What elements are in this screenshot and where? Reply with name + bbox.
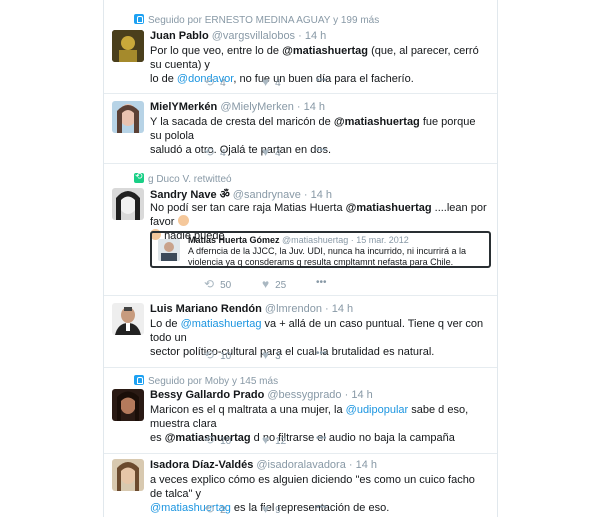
retweet-count: 4 xyxy=(220,148,226,159)
like-button[interactable]: ♥ 9 xyxy=(262,502,281,516)
handle[interactable]: @bessygprado xyxy=(267,389,341,401)
timestamp[interactable]: 14 h xyxy=(356,459,377,471)
retweet-icon: ⟲ xyxy=(204,502,215,516)
tweet-header: Sandry Nave ॐ @sandrynave · 14 h xyxy=(150,189,333,201)
avatar[interactable] xyxy=(112,303,144,335)
mention-link[interactable]: @matiashuertag xyxy=(181,318,262,330)
display-name[interactable]: Sandry Nave ॐ xyxy=(150,189,230,201)
display-name[interactable]: Juan Pablo xyxy=(150,30,209,42)
like-count: 12 xyxy=(275,436,287,447)
retweet-button[interactable]: ⟲ 2 xyxy=(204,502,226,516)
retweet-count: 2 xyxy=(220,505,226,516)
handle[interactable]: @vargsvillalobos xyxy=(212,30,295,42)
like-button[interactable]: ♥ 4 xyxy=(262,75,281,89)
follow-icon xyxy=(134,375,144,385)
retweet-icon: ⟲ xyxy=(204,348,215,362)
quoted-display-name: Matias Huerta Gómez xyxy=(188,235,280,245)
display-name[interactable]: Isadora Díaz-Valdés xyxy=(150,459,253,471)
display-name[interactable]: Bessy Gallardo Prado xyxy=(150,389,264,401)
like-button[interactable]: ♥ 25 xyxy=(262,277,286,291)
retweet-button[interactable]: ⟲ 4 xyxy=(204,75,226,89)
heart-icon: ♥ xyxy=(262,502,270,516)
follow-context: Seguido por ERNESTO MEDINA AGUAY y 199 m… xyxy=(134,14,379,26)
tweet[interactable]: Seguido por Moby y 145 más Bessy Gallard… xyxy=(104,368,497,454)
like-button[interactable]: ♥ 4 xyxy=(262,145,281,159)
like-count: 9 xyxy=(275,505,281,516)
quoted-avatar xyxy=(158,239,180,261)
quoted-tweet[interactable]: Matias Huerta Gómez @matiashuertag · 15 … xyxy=(150,231,491,268)
handle[interactable]: @sandrynave xyxy=(233,189,301,201)
timestamp[interactable]: 14 h xyxy=(332,303,353,315)
retweet-button[interactable]: ⟲ 10 xyxy=(204,433,231,447)
like-count: 4 xyxy=(275,148,281,159)
retweet-icon: ⟲ xyxy=(204,433,215,447)
quoted-handle: @matiashuertag xyxy=(282,235,349,245)
timeline: Seguido por ERNESTO MEDINA AGUAY y 199 m… xyxy=(103,0,498,517)
mention-link[interactable]: @matiashuertag xyxy=(346,202,432,214)
quoted-text: A dferncia de la JJCC, la Juv. UDI, nunc… xyxy=(188,246,466,267)
like-button[interactable]: ♥ 12 xyxy=(262,433,286,447)
retweet-count: 50 xyxy=(220,280,232,291)
retweet-button[interactable]: ⟲ 10 xyxy=(204,348,231,362)
heart-icon: ♥ xyxy=(262,75,270,89)
tweet[interactable]: Seguido por ERNESTO MEDINA AGUAY y 199 m… xyxy=(104,0,497,94)
pointing-hand-emoji-icon xyxy=(177,215,189,226)
retweet-icon: ⟲ xyxy=(204,277,215,291)
avatar[interactable] xyxy=(112,101,144,133)
retweet-icon: ⟲ xyxy=(204,75,215,89)
tweet-header: Isadora Díaz-Valdés @isadoralavadora · 1… xyxy=(150,459,378,471)
timestamp[interactable]: 14 h xyxy=(311,189,332,201)
mention-link[interactable]: @matiashuertag xyxy=(334,116,420,128)
retweet-context: g Duco V. retwitteó xyxy=(134,171,232,185)
avatar[interactable] xyxy=(112,459,144,491)
timestamp[interactable]: 14 h xyxy=(305,30,326,42)
handle[interactable]: @lmrendon xyxy=(265,303,322,315)
more-button[interactable]: ••• xyxy=(316,348,327,359)
like-button[interactable]: ♥ 3 xyxy=(262,348,281,362)
tweet[interactable]: Luis Mariano Rendón @lmrendon · 14 h Lo … xyxy=(104,296,497,368)
display-name[interactable]: MielYMerkén xyxy=(150,101,217,113)
tweet-header: Juan Pablo @vargsvillalobos · 14 h xyxy=(150,30,327,42)
more-button[interactable]: ••• xyxy=(316,433,327,444)
retweet-button[interactable]: ⟲ 50 xyxy=(204,277,231,291)
handle[interactable]: @MielyMerken xyxy=(220,101,294,113)
follow-context: Seguido por Moby y 145 más xyxy=(134,375,278,387)
like-count: 4 xyxy=(275,78,281,89)
like-count: 25 xyxy=(275,280,287,291)
heart-icon: ♥ xyxy=(262,348,270,362)
heart-icon: ♥ xyxy=(262,277,270,291)
mention-link[interactable]: @udipopular xyxy=(346,404,409,416)
retweet-count: 10 xyxy=(220,351,232,362)
tweet-header: Luis Mariano Rendón @lmrendon · 14 h xyxy=(150,303,354,315)
retweet-icon: ⟲ xyxy=(204,145,215,159)
more-button[interactable]: ••• xyxy=(316,145,327,156)
avatar[interactable] xyxy=(112,389,144,421)
timestamp[interactable]: 14 h xyxy=(351,389,372,401)
retweet-count: 10 xyxy=(220,436,232,447)
retweet-badge-icon xyxy=(134,171,144,183)
display-name[interactable]: Luis Mariano Rendón xyxy=(150,303,262,315)
tweet-header: Bessy Gallardo Prado @bessygprado · 14 h xyxy=(150,389,373,401)
avatar[interactable] xyxy=(112,188,144,220)
follow-icon xyxy=(134,14,144,24)
tweet[interactable]: g Duco V. retwitteó Sandry Nave ॐ @sandr… xyxy=(104,164,497,296)
tweet-header: MielYMerkén @MielyMerken · 14 h xyxy=(150,101,326,113)
more-button[interactable]: ••• xyxy=(316,75,327,86)
like-count: 3 xyxy=(275,351,281,362)
mention-link[interactable]: @matiashuertag xyxy=(282,45,368,57)
quoted-header: Matias Huerta Gómez @matiashuertag · 15 … xyxy=(188,235,409,245)
more-button[interactable]: ••• xyxy=(316,277,327,288)
handle[interactable]: @isadoralavadora xyxy=(256,459,345,471)
more-button[interactable]: ••• xyxy=(316,502,327,513)
retweet-button[interactable]: ⟲ 4 xyxy=(204,145,226,159)
timestamp[interactable]: 14 h xyxy=(304,101,325,113)
tweet[interactable]: Isadora Díaz-Valdés @isadoralavadora · 1… xyxy=(104,454,497,517)
heart-icon: ♥ xyxy=(262,433,270,447)
avatar[interactable] xyxy=(112,30,144,62)
quoted-date: 15 mar. 2012 xyxy=(356,235,409,245)
retweet-count: 4 xyxy=(220,78,226,89)
heart-icon: ♥ xyxy=(262,145,270,159)
tweet[interactable]: MielYMerkén @MielyMerken · 14 h Y la sac… xyxy=(104,94,497,164)
